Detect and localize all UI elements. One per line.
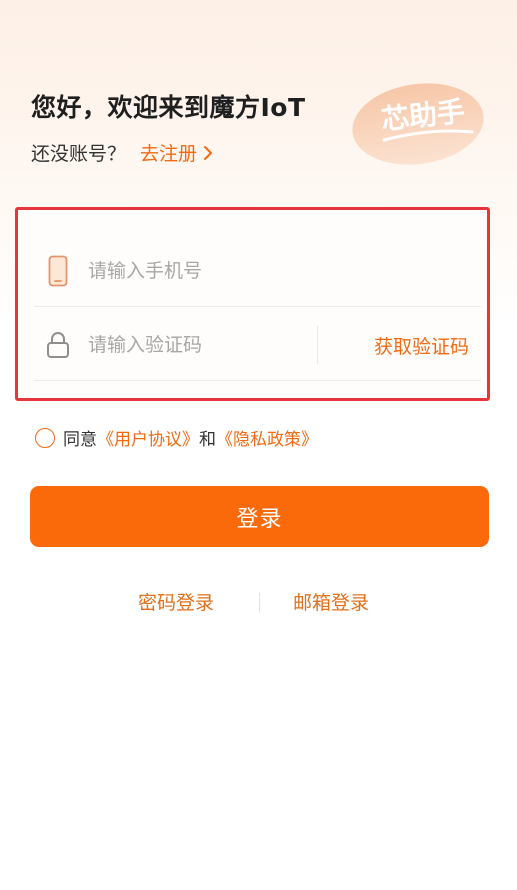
privacy-policy-link[interactable]: 《隐私政策》	[216, 425, 318, 450]
login-button[interactable]: 登录	[30, 486, 489, 547]
agreement-prefix: 同意	[63, 430, 97, 450]
no-account-text: 还没账号？	[31, 143, 127, 165]
agreement-radio[interactable]	[35, 427, 55, 448]
agreement-and: 和	[199, 430, 216, 450]
register-row: 还没账号？ 去注册	[31, 139, 213, 166]
user-agreement-link[interactable]: 《用户协议》	[97, 425, 199, 450]
register-link-label: 去注册	[140, 143, 198, 165]
email-login-link[interactable]: 邮箱登录	[293, 588, 369, 615]
phone-field-row	[34, 236, 481, 307]
register-link[interactable]: 去注册	[140, 139, 213, 166]
greeting-title: 您好，欢迎来到魔方IoT	[31, 93, 306, 122]
code-divider	[317, 326, 318, 364]
get-code-button[interactable]: 获取验证码	[374, 332, 469, 359]
alt-login-divider	[259, 593, 260, 613]
password-login-link[interactable]: 密码登录	[138, 588, 214, 615]
chevron-right-icon	[204, 145, 213, 160]
agreement-row: 同意 《用户协议》 和 《隐私政策》	[35, 425, 318, 450]
code-field-row: 获取验证码	[34, 310, 481, 381]
login-form: 获取验证码	[15, 207, 490, 401]
phone-input[interactable]	[86, 259, 290, 283]
phone-icon	[46, 253, 70, 289]
assistant-badge: 芯助手	[352, 83, 484, 165]
code-input[interactable]	[86, 333, 290, 357]
lock-icon	[46, 327, 70, 363]
